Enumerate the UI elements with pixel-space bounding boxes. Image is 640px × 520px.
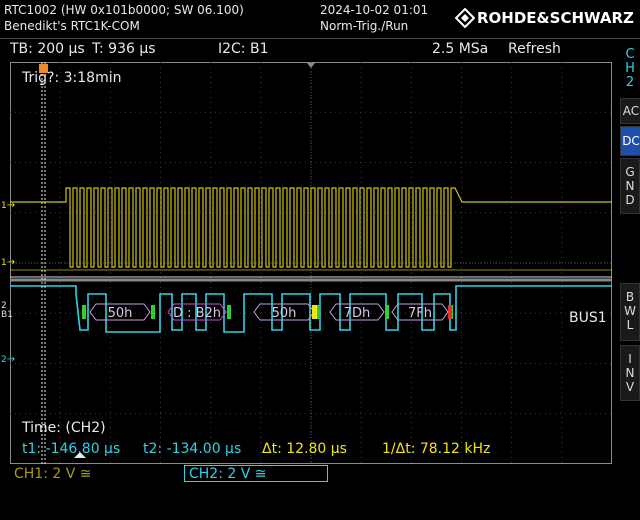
user-name: Benedikt's RTC1K-COM xyxy=(4,19,140,33)
time-source: Time: (CH2) xyxy=(22,420,106,436)
cursor-t1: t1: -146.80 µs xyxy=(22,441,121,457)
inv-button[interactable]: I N V xyxy=(620,345,640,401)
sample-rate: 2.5 MSa xyxy=(432,41,489,57)
ac-coupling-button[interactable]: AC xyxy=(620,98,640,124)
bus-frame-label: 50h xyxy=(108,306,133,321)
ch1-status[interactable]: CH1: 2 V ≅ xyxy=(14,466,92,482)
device-info: RTC1002 (HW 0x101b0000; SW 06.100) xyxy=(4,3,244,17)
ch1-level-marker: 1→ xyxy=(1,200,16,211)
bus-frame-label: 50h xyxy=(272,306,297,321)
gnd-button[interactable]: G N D xyxy=(620,158,640,214)
bus-frame-label: 7Fh xyxy=(408,306,432,321)
bus-ack-marker xyxy=(227,305,231,319)
cursor-delta-t: Δt: 12.80 µs xyxy=(262,441,347,457)
bus-frame-label: 7Dh xyxy=(344,306,371,321)
bus-label: BUS1 xyxy=(569,310,607,326)
datetime: 2024-10-02 01:01 xyxy=(320,3,429,17)
bus-addr-marker xyxy=(312,305,317,319)
bus-ack-marker xyxy=(151,305,155,319)
channel-label: C H 2 xyxy=(625,47,635,90)
toolbar-divider xyxy=(0,38,640,39)
bus-frame-label: D : B2h xyxy=(173,306,221,321)
ch2-level-marker: 2→ xyxy=(1,354,16,365)
ch1-trigger-marker: 1→ xyxy=(1,257,16,268)
bus-stop-marker xyxy=(448,305,452,319)
dc-coupling-button[interactable]: DC xyxy=(620,126,640,156)
bus-ack-marker xyxy=(385,305,389,319)
acquire-mode[interactable]: Refresh xyxy=(508,41,561,57)
trigger-time[interactable]: T: 936 µs xyxy=(92,41,156,57)
trigger-status: Trig?: 3:18min xyxy=(22,70,122,86)
ch2-status[interactable]: CH2: 2 V ≅ xyxy=(184,465,328,482)
timebase[interactable]: TB: 200 µs xyxy=(10,41,85,57)
waveform-screen[interactable]: 50h D : B2h 50h 7Dh 7Fh xyxy=(10,62,612,464)
cursor-t2: t2: -134.00 µs xyxy=(143,441,242,457)
brand-name: ROHDE&SCHWARZ xyxy=(477,9,634,27)
trigger-state: Norm-Trig./Run xyxy=(320,19,409,33)
bus-marker: 2 B1 xyxy=(1,301,13,320)
cursor-inverse-delta: 1/Δt: 78.12 kHz xyxy=(382,441,491,457)
bus-start-marker xyxy=(82,305,86,319)
bus-setting[interactable]: I2C: B1 xyxy=(218,41,269,57)
bwl-button[interactable]: B W L xyxy=(620,283,640,341)
rs-diamond-icon xyxy=(455,8,475,28)
